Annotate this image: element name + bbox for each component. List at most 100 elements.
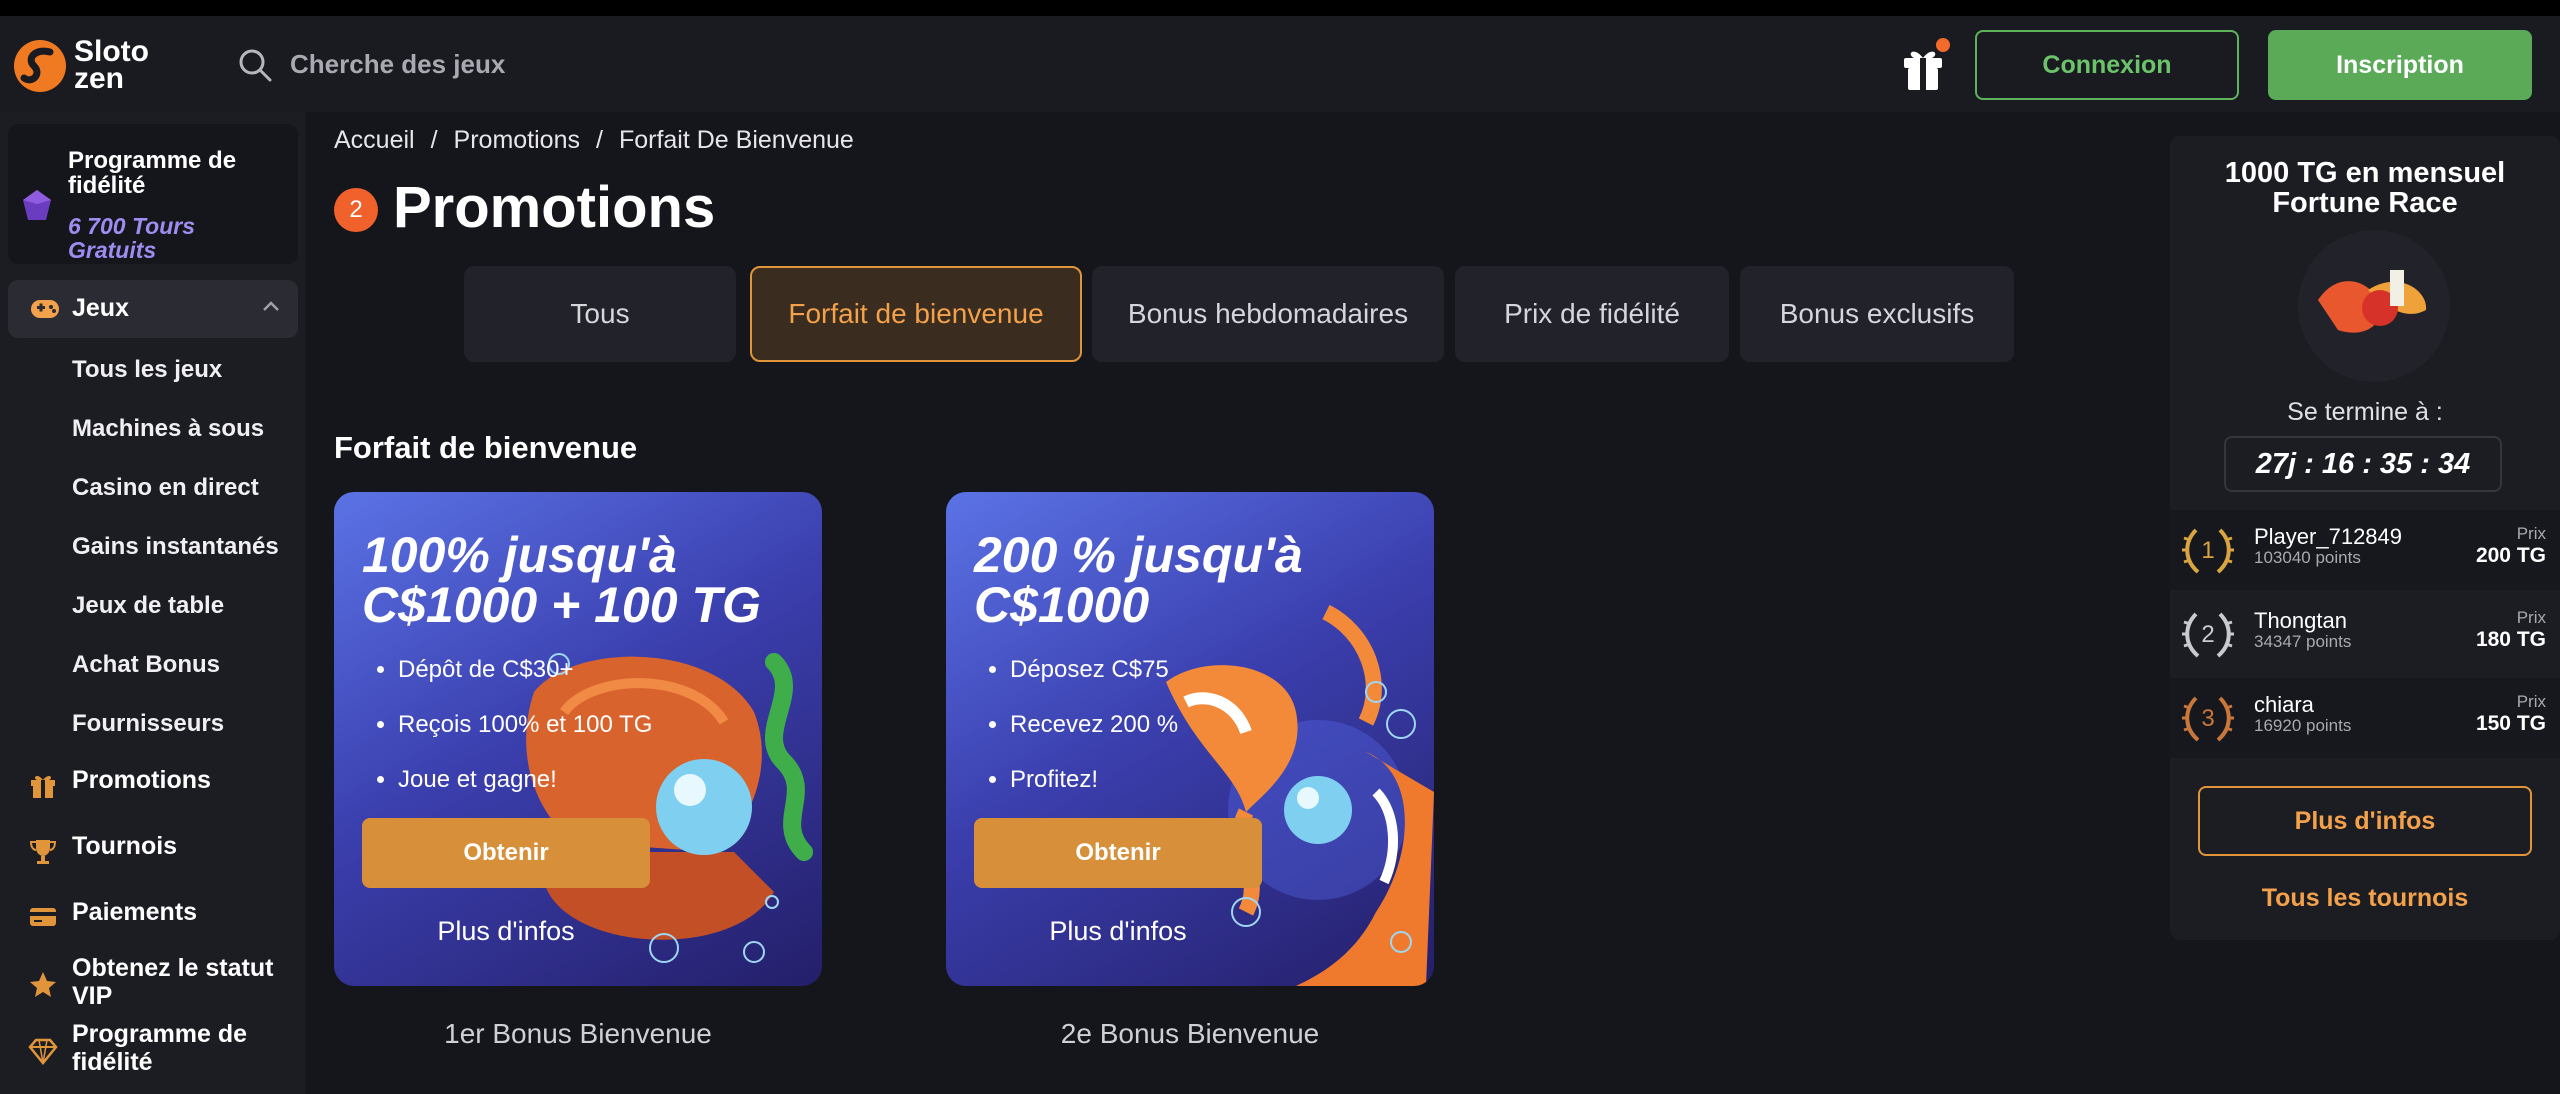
breadcrumb-separator: / [596, 126, 603, 154]
player-name: Thongtan [2254, 608, 2347, 633]
logo-text-line1: Sloto [74, 35, 149, 68]
claim-button[interactable]: Obtenir [974, 818, 1262, 888]
gift-notification[interactable] [1900, 38, 1950, 90]
trophy-icon [29, 840, 57, 864]
offer-bullets: Dépôt de C$30+ Reçois 100% et 100 TG Jou… [362, 642, 652, 807]
sidebar-item-label: Paiements [72, 898, 198, 926]
star-icon [30, 972, 56, 997]
prize-label: Prix [2516, 692, 2546, 711]
sidebar-subitem-instant-wins[interactable]: Gains instantanés [72, 533, 279, 561]
breadcrumb-current: Forfait De Bienvenue [618, 126, 854, 154]
prize-label: Prix [2516, 524, 2546, 543]
gamepad-icon [31, 300, 59, 318]
breadcrumb-promotions[interactable]: Promotions [454, 126, 580, 154]
offer-bullet: Profitez! [1010, 752, 1178, 807]
laurel-wreath-icon: 3 [2182, 696, 2234, 742]
sidebar-subitem-live-casino[interactable]: Casino en direct [72, 474, 259, 502]
player-points: 103040 points [2254, 548, 2361, 567]
slotozen-logo[interactable]: Sloto zen [12, 36, 162, 96]
prize-value: 180 TG [2475, 628, 2546, 651]
rank-number: 2 [2201, 621, 2214, 648]
tournament-more-info-button[interactable]: Plus d'infos [2198, 786, 2532, 856]
sidebar-subitem-providers[interactable]: Fournisseurs [72, 710, 224, 738]
leaderboard-row: 2 Thongtan 34347 points Prix 180 TG [2170, 594, 2560, 674]
section-title: Forfait de bienvenue [334, 430, 638, 465]
prize-label: Prix [2516, 608, 2546, 627]
sidebar: Programme de fidélité 6 700 Tours Gratui… [0, 112, 305, 1094]
rank-number: 3 [2201, 705, 2214, 732]
more-info-link[interactable]: Plus d'infos [974, 916, 1262, 947]
signup-button[interactable]: Inscription [2268, 30, 2532, 100]
tab-weekly-bonuses[interactable]: Bonus hebdomadaires [1092, 266, 1444, 362]
offer-bullet: Recevez 200 % [1010, 697, 1178, 752]
sidebar-item-games[interactable]: Jeux [8, 280, 298, 338]
player-points: 34347 points [2254, 632, 2352, 651]
offer-caption: 2e Bonus Bienvenue [1060, 1018, 1320, 1049]
player-points: 16920 points [2254, 716, 2352, 735]
sidebar-item-label: Tournois [72, 832, 178, 860]
main-content: Accueil / Promotions / Forfait De Bienvenue … [305, 112, 2160, 1094]
all-tournaments-link[interactable]: Tous les tournois [2170, 884, 2560, 913]
site-header: Slotozen Connexion Inscription [0, 16, 2560, 112]
tournament-koi-badge [2298, 230, 2450, 382]
tab-welcome-package[interactable]: Forfait de bienvenue [750, 266, 1082, 362]
laurel-wreath-icon: 2 [2182, 612, 2234, 658]
claim-button[interactable]: Obtenir [362, 818, 650, 888]
tournament-panel: 1000 TG en mensuel Fortune Race Se termi… [2170, 136, 2560, 940]
offer-bullet: Joue et gagne! [398, 752, 652, 807]
loyalty-title: Programme de fidélité [68, 147, 237, 199]
sidebar-subitem-bonus-buy[interactable]: Achat Bonus [72, 651, 220, 679]
laurel-wreath-icon: 1 [2182, 528, 2234, 574]
logo-text-line2: zen [74, 62, 125, 95]
breadcrumb: Accueil / Promotions / Forfait De Bienvenue [334, 126, 870, 155]
loyalty-card[interactable]: Programme de fidélité 6 700 Tours Gratui… [8, 124, 298, 264]
tournament-ends-label: Se termine à : [2287, 398, 2443, 426]
prize-value: 200 TG [2475, 544, 2546, 567]
page-title: Promotions [393, 175, 716, 240]
rank-number: 1 [2201, 537, 2214, 564]
prize-value: 150 TG [2475, 712, 2546, 735]
promotions-count-badge: 2 [334, 188, 378, 232]
tab-exclusive-bonuses[interactable]: Bonus exclusifs [1740, 266, 2014, 362]
breadcrumb-separator: / [430, 126, 438, 154]
leaderboard-row: 1 Player_712849 103040 points Prix 200 T… [2170, 510, 2560, 590]
gem-icon [23, 190, 51, 220]
offer-bullets: Déposez C$75 Recevez 200 % Profitez! [974, 642, 1178, 807]
offer-card[interactable]: 200 % jusqu'à C$1000 Déposez C$75 Receve… [946, 492, 1434, 986]
sidebar-subitem-all-games[interactable]: Tous les jeux [72, 356, 222, 384]
search-icon [239, 49, 272, 82]
offer-caption: 1er Bonus Bienvenue [444, 1018, 712, 1049]
offer-headline: 100% jusqu'à C$1000 + 100 TG [362, 527, 761, 633]
card-icon [30, 908, 56, 926]
top-strip [0, 0, 2560, 16]
player-name: chiara [2254, 692, 2314, 717]
tab-all[interactable]: Tous [464, 266, 736, 362]
tab-loyalty-prizes[interactable]: Prix de fidélité [1455, 266, 1729, 362]
gift-icon [31, 775, 55, 798]
offer-bullet: Reçois 100% et 100 TG [398, 697, 652, 752]
notification-dot [1936, 38, 1950, 52]
login-button[interactable]: Connexion [1975, 30, 2239, 100]
chevron-up-icon [263, 301, 279, 311]
offer-headline: 200 % jusqu'à C$1000 [974, 527, 1303, 633]
search-input[interactable] [290, 46, 710, 82]
search-box[interactable] [238, 46, 738, 82]
logo-mark-icon [14, 40, 66, 92]
tournament-countdown: 27j : 16 : 35 : 34 [2224, 436, 2502, 492]
more-info-link[interactable]: Plus d'infos [362, 916, 650, 947]
offer-card[interactable]: 100% jusqu'à C$1000 + 100 TG Dépôt de C$… [334, 492, 822, 986]
sidebar-item-label: Obtenez le statut VIP [72, 954, 274, 1010]
sidebar-item-label: Programme de fidélité [72, 1020, 248, 1076]
player-name: Player_712849 [2254, 524, 2403, 549]
loyalty-free-spins: 6 700 Tours Gratuits [68, 213, 195, 263]
breadcrumb-home[interactable]: Accueil [334, 126, 415, 154]
sidebar-item-label: Jeux [72, 294, 129, 322]
sidebar-subitem-table-games[interactable]: Jeux de table [72, 592, 224, 620]
offer-bullet: Dépôt de C$30+ [398, 642, 652, 697]
sidebar-item-label: Promotions [72, 766, 211, 794]
offer-bullet: Déposez C$75 [1010, 642, 1178, 697]
sidebar-subitem-slots[interactable]: Machines à sous [72, 415, 264, 443]
tournament-title: 1000 TG en mensuel Fortune Race [2224, 157, 2506, 219]
diamond-icon [28, 1038, 58, 1065]
leaderboard-row: 3 chiara 16920 points Prix 150 TG [2170, 678, 2560, 758]
